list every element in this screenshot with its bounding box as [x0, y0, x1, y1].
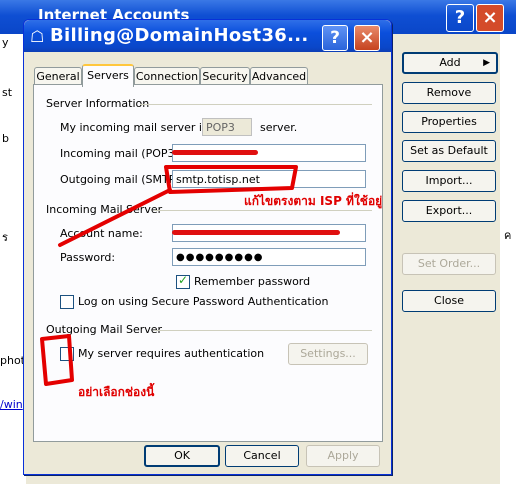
background-text-fragment: y [2, 36, 9, 49]
server-information-heading: Server Information [46, 97, 150, 110]
background-close-button[interactable]: × [476, 4, 504, 32]
spa-label: Log on using Secure Password Authenticat… [78, 295, 329, 308]
password-input[interactable]: ●●●●●●●●● [172, 248, 366, 266]
account-properties-dialog: ☖ Billing@DomainHost36... ? × General Se… [23, 19, 392, 475]
settings-button: Settings... [288, 343, 368, 365]
check-mark-icon: ✓ [178, 273, 189, 287]
dialog-close-button[interactable]: × [354, 25, 380, 51]
export-button[interactable]: Export... [402, 200, 496, 222]
tab-servers[interactable]: Servers [82, 64, 134, 87]
submenu-arrow-icon: ▶ [483, 58, 490, 68]
import-button[interactable]: Import... [402, 170, 496, 192]
set-as-default-button[interactable]: Set as Default [402, 140, 496, 162]
outgoing-mail-input[interactable]: smtp.totisp.net [172, 170, 366, 188]
apply-button: Apply [306, 445, 380, 467]
outgoing-mail-label: Outgoing mail (SMTP): [60, 173, 184, 186]
remember-password-label: Remember password [194, 275, 311, 288]
background-page-strip-right: ค [500, 34, 516, 484]
background-text-fragment: st [2, 86, 13, 99]
redaction-mark-incoming [172, 150, 258, 155]
group-divider [140, 104, 372, 105]
spa-checkbox[interactable] [60, 295, 74, 309]
redaction-mark-account [172, 230, 340, 235]
background-text-fragment: ค [504, 229, 512, 242]
background-help-button[interactable]: ? [446, 4, 474, 32]
background-text-fragment: ร [2, 231, 8, 244]
background-link-fragment[interactable]: /win [0, 398, 23, 411]
close-button[interactable]: Close [402, 290, 496, 312]
server-auth-label: My server requires authentication [78, 347, 265, 360]
incoming-mail-server-heading: Incoming Mail Server [46, 203, 163, 216]
add-button-label: Add [439, 56, 461, 69]
remove-button[interactable]: Remove [402, 82, 496, 104]
server-auth-checkbox[interactable] [60, 347, 74, 361]
incoming-mail-label: Incoming mail (POP3): [60, 147, 183, 160]
group-divider [154, 330, 372, 331]
outgoing-mail-server-heading: Outgoing Mail Server [46, 323, 163, 336]
background-text-fragment: b [2, 132, 9, 145]
do-not-select-note: อย่าเลือกช่องนี้ [78, 385, 155, 399]
cancel-button[interactable]: Cancel [225, 445, 299, 467]
tab-general[interactable]: General [34, 67, 82, 85]
password-label: Password: [60, 251, 116, 264]
server-type-suffix: server. [260, 121, 298, 134]
account-name-label: Account name: [60, 227, 143, 240]
server-type-prefix: My incoming mail server is a [60, 121, 218, 134]
tab-security[interactable]: Security [200, 67, 250, 85]
dialog-title-bar: ☖ Billing@DomainHost36... ? × [24, 20, 391, 52]
ok-button[interactable]: OK [144, 445, 220, 467]
remember-password-checkbox[interactable]: ✓ [176, 273, 190, 289]
add-button[interactable]: Add ▶ [402, 52, 498, 74]
properties-button[interactable]: Properties [402, 111, 496, 133]
server-type-field: POP3 [202, 118, 252, 136]
set-order-button: Set Order... [402, 253, 496, 275]
dialog-title: Billing@DomainHost36... [50, 25, 309, 46]
tab-advanced[interactable]: Advanced [250, 67, 308, 85]
edit-per-isp-note: แก้ไขตรงตาม ISP ที่ใช้อยู่ [244, 194, 383, 208]
help-button[interactable]: ? [322, 25, 348, 51]
tab-connection[interactable]: Connection [134, 67, 200, 85]
mail-account-icon: ☖ [30, 27, 45, 46]
